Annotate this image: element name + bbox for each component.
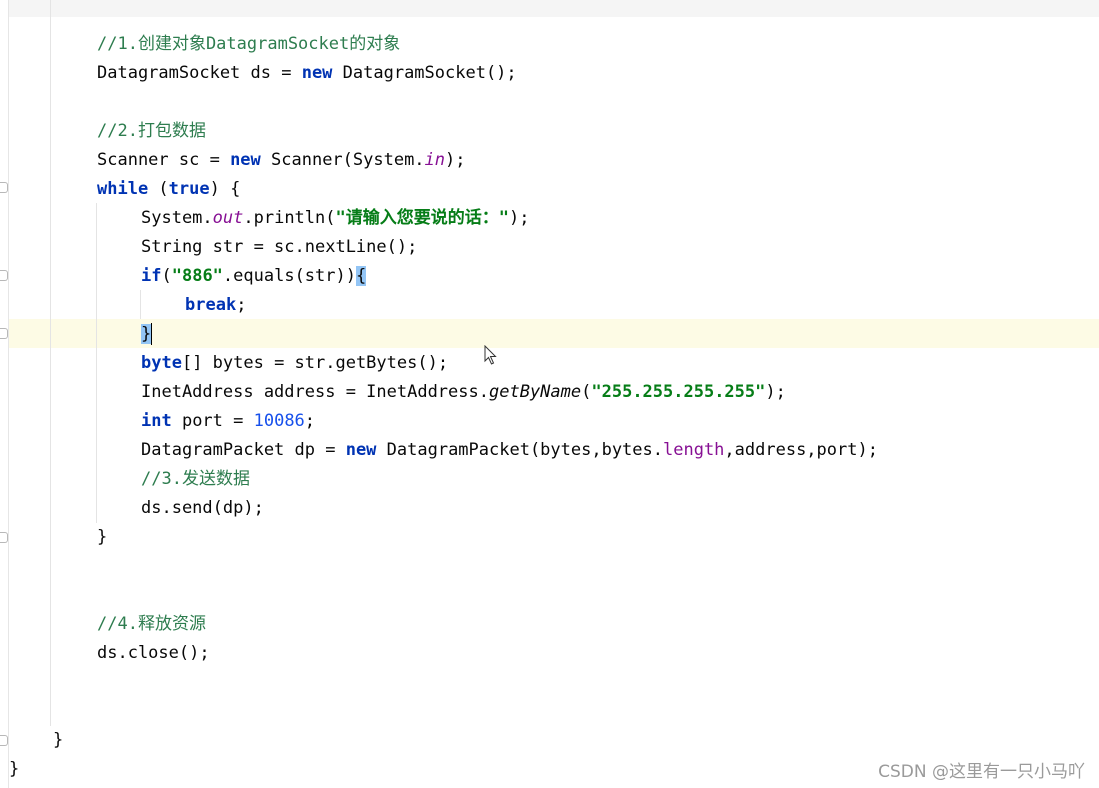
code-token: .println(	[243, 208, 336, 228]
code-line[interactable]: }	[97, 523, 107, 552]
code-token: while	[97, 179, 149, 199]
code-token: //4.释放资源	[97, 614, 206, 634]
fold-marker-icon[interactable]	[0, 328, 8, 339]
code-token: }	[53, 730, 64, 750]
code-line[interactable]: //1.创建对象DatagramSocket的对象	[97, 30, 400, 59]
code-token: "886"	[171, 266, 223, 286]
code-token: length	[663, 440, 725, 460]
indent-guide	[140, 290, 141, 319]
editor-gutter[interactable]	[0, 0, 9, 788]
code-token: int	[141, 411, 172, 431]
code-line[interactable]: while (true) {	[97, 175, 240, 204]
code-line[interactable]: Scanner sc = new Scanner(System.in);	[97, 146, 466, 175]
code-token: .equals(str))	[222, 266, 356, 286]
code-token: ) {	[209, 179, 241, 199]
code-token: if	[141, 266, 162, 286]
code-token: ,address,port);	[724, 440, 878, 460]
code-token: out	[212, 208, 244, 228]
code-token: port =	[171, 411, 254, 431]
code-token: DatagramPacket dp =	[141, 440, 346, 460]
code-line[interactable]: String str = sc.nextLine();	[141, 233, 417, 262]
code-line[interactable]: //4.释放资源	[97, 610, 206, 639]
code-line[interactable]: InetAddress address = InetAddress.getByN…	[141, 378, 786, 407]
code-token: //3.发送数据	[141, 469, 250, 489]
code-token: getByName	[489, 382, 582, 402]
code-token: DatagramSocket ds =	[97, 63, 302, 83]
code-token: "255.255.255.255"	[591, 382, 766, 402]
code-token: Scanner(System.	[260, 150, 425, 170]
code-line[interactable]: if("886".equals(str)){	[141, 262, 367, 291]
code-line[interactable]: ds.close();	[97, 639, 210, 668]
code-token: DatagramPacket(bytes,bytes.	[376, 440, 663, 460]
code-token: [] bytes = str.getBytes();	[181, 353, 449, 373]
indent-guide	[96, 203, 97, 523]
code-line[interactable]: }	[53, 726, 63, 755]
code-token: new	[230, 150, 261, 170]
code-token: new	[345, 440, 377, 460]
code-line[interactable]: byte[] bytes = str.getBytes();	[141, 349, 448, 378]
code-token: ds.close();	[97, 643, 210, 663]
code-line[interactable]: ds.send(dp);	[141, 494, 264, 523]
current-line-highlight	[0, 319, 1099, 348]
code-token: Scanner sc =	[97, 150, 231, 170]
code-token: //2.打包数据	[97, 121, 206, 141]
fold-marker-icon[interactable]	[0, 270, 8, 281]
code-token: }	[141, 324, 152, 344]
code-token: InetAddress address = InetAddress.	[141, 382, 489, 402]
code-token: //1.创建对象DatagramSocket的对象	[97, 34, 401, 54]
code-line[interactable]: }	[141, 320, 152, 349]
code-token: (	[148, 179, 169, 199]
indent-guide	[50, 0, 51, 726]
code-token: );	[765, 382, 786, 402]
code-token: System.	[141, 208, 213, 228]
code-token: DatagramSocket();	[332, 63, 517, 83]
code-token: 10086	[253, 411, 305, 431]
code-token: }	[97, 527, 108, 547]
code-token: in	[424, 150, 446, 170]
code-token: "请输入您要说的话："	[335, 208, 509, 228]
code-token: );	[445, 150, 466, 170]
code-token: );	[508, 208, 530, 228]
code-token: }	[9, 759, 20, 779]
code-line[interactable]: System.out.println("请输入您要说的话：");	[141, 204, 529, 233]
code-line[interactable]: //2.打包数据	[97, 117, 206, 146]
code-token: break	[185, 295, 237, 315]
code-token: {	[355, 266, 367, 286]
fold-marker-icon[interactable]	[0, 182, 8, 193]
text-caret	[151, 323, 152, 345]
code-token: String str = sc.nextLine();	[141, 237, 418, 257]
code-token: ds.send(dp);	[141, 498, 264, 518]
code-editor[interactable]: //1.创建对象DatagramSocket的对象 DatagramSocket …	[0, 0, 1099, 788]
editor-top-strip	[0, 0, 1099, 17]
code-line[interactable]: break;	[185, 291, 246, 320]
fold-marker-icon[interactable]	[0, 532, 8, 543]
watermark: CSDN @这里有一只小马吖	[878, 762, 1085, 782]
code-token: (	[581, 382, 592, 402]
code-line[interactable]: int port = 10086;	[141, 407, 315, 436]
code-token: ;	[236, 295, 247, 315]
code-line[interactable]: DatagramSocket ds = new DatagramSocket()…	[97, 59, 517, 88]
code-line[interactable]: }	[9, 755, 19, 784]
code-line[interactable]: //3.发送数据	[141, 465, 250, 494]
code-token: ;	[304, 411, 316, 431]
code-token: true	[168, 179, 210, 199]
code-token: (	[161, 266, 172, 286]
code-token: new	[301, 63, 333, 83]
mouse-pointer-icon	[484, 345, 497, 365]
fold-marker-icon[interactable]	[0, 735, 8, 746]
code-line[interactable]: DatagramPacket dp = new DatagramPacket(b…	[141, 436, 878, 465]
code-token: byte	[141, 353, 182, 373]
